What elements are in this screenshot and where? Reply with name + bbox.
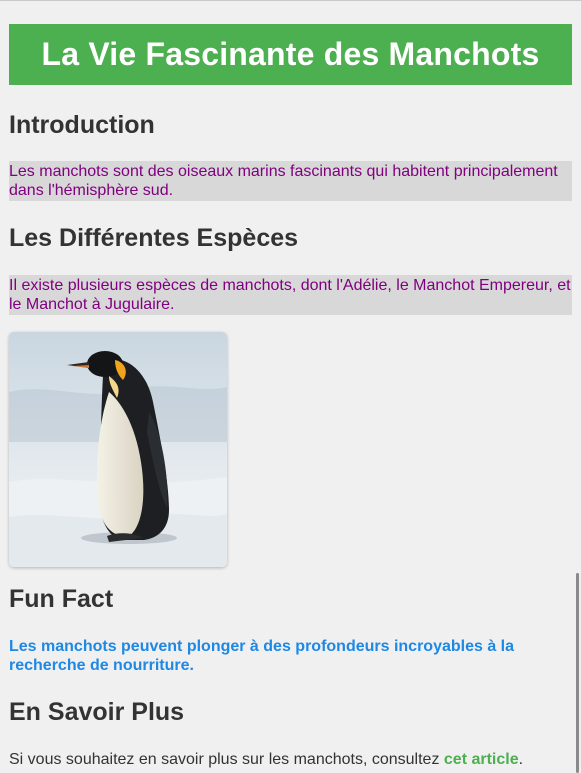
more-heading: En Savoir Plus [9,698,185,726]
article-link[interactable]: cet article [444,751,519,768]
species-paragraph: Il existe plusieurs espèces de manchots,… [9,275,572,315]
scrollbar[interactable] [576,573,579,773]
intro-paragraph: Les manchots sont des oiseaux marins fas… [9,161,572,201]
species-heading: Les Différentes Espèces [9,224,299,252]
fun-fact-paragraph: Les manchots peuvent plonger à des profo… [9,638,515,674]
more-text: Si vous souhaitez en savoir plus sur les… [9,751,444,768]
page-content: La Vie Fascinante des Manchots Introduct… [9,0,572,768]
penguin-image [9,332,227,567]
more-paragraph: Si vous souhaitez en savoir plus sur les… [9,750,572,769]
more-text-end: . [518,751,524,768]
intro-heading: Introduction [9,111,155,139]
page-title: La Vie Fascinante des Manchots [41,36,540,72]
fun-fact-heading: Fun Fact [9,585,114,613]
page-banner: La Vie Fascinante des Manchots [9,24,572,85]
